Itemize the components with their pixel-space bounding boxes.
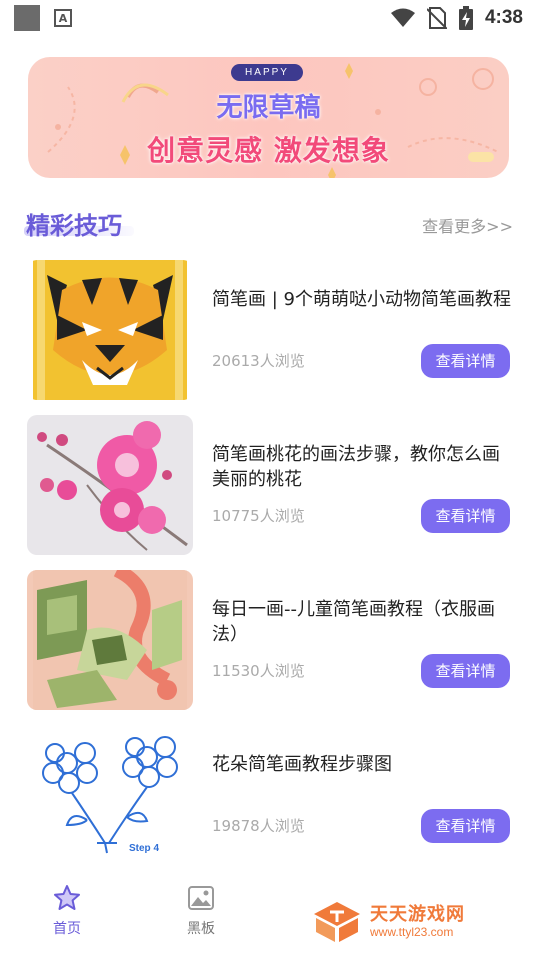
article-views: 10775人浏览: [212, 507, 305, 525]
list-item[interactable]: 每日一画--儿童简笔画教程（衣服画法） 11530人浏览 查看详情: [0, 570, 537, 712]
watermark-text: 天天游戏网: [370, 904, 465, 925]
no-sim-icon: [426, 7, 447, 29]
list-item[interactable]: 简笔画桃花的画法步骤，教你怎么画美丽的桃花 10775人浏览 查看详情: [0, 415, 537, 557]
star-icon: [54, 885, 80, 910]
flower-drawing-thumbnail: Step 4: [27, 725, 193, 865]
view-details-button[interactable]: 查看详情: [421, 499, 510, 533]
image-icon: [188, 886, 214, 910]
nav-blackboard-label: 黑板: [187, 921, 215, 937]
view-more-link[interactable]: 查看更多>>: [422, 213, 513, 237]
promo-banner[interactable]: HAPPY 无限草稿 创意灵感 激发想象: [28, 57, 509, 178]
clothes-drawing-thumbnail: [27, 570, 193, 710]
section-title: 精彩技巧: [26, 212, 122, 240]
banner-subtitle: 创意灵感 激发想象: [147, 134, 390, 167]
article-title: 简笔画 | 9个萌萌哒小动物简笔画教程: [212, 289, 511, 310]
app-square-icon: [14, 5, 40, 31]
article-title: 花朵简笔画教程步骤图: [212, 754, 392, 775]
peach-blossom-drawing-thumbnail: [27, 415, 193, 555]
list-item[interactable]: 简笔画 | 9个萌萌哒小动物简笔画教程 20613人浏览 查看详情: [0, 260, 537, 402]
a-letter-icon: A: [54, 9, 72, 27]
banner-happy-tag: HAPPY: [231, 64, 303, 81]
tiger-drawing-thumbnail: [27, 260, 193, 400]
nav-home-label: 首页: [53, 921, 81, 937]
article-views: 11530人浏览: [212, 662, 305, 680]
banner-title: 无限草稿: [216, 93, 321, 123]
view-details-button[interactable]: 查看详情: [421, 344, 510, 378]
nav-blackboard[interactable]: 黑板: [171, 884, 231, 938]
watermark-logo-icon: [314, 902, 360, 942]
article-title: 每日一画--儿童简笔画教程（衣服画法）: [212, 599, 495, 645]
wifi-icon: [390, 8, 415, 27]
clock: 4:38: [484, 7, 523, 28]
watermark-url: www.ttyl23.com: [370, 925, 454, 939]
list-item[interactable]: Step 4 花朵简笔画教程步骤图 19878人浏览 查看详情: [0, 725, 537, 867]
article-views: 19878人浏览: [212, 817, 305, 835]
watermark: 天天游戏网 www.ttyl23.com: [312, 898, 512, 948]
battery-charging-icon: [458, 6, 473, 30]
nav-home[interactable]: 首页: [37, 884, 97, 938]
status-icons: 4:38: [390, 6, 523, 30]
status-bar: A 4:38: [0, 0, 537, 36]
article-views: 20613人浏览: [212, 352, 305, 370]
view-details-button[interactable]: 查看详情: [421, 654, 510, 688]
article-title: 简笔画桃花的画法步骤，教你怎么画美丽的桃花: [212, 444, 500, 490]
view-details-button[interactable]: 查看详情: [421, 809, 510, 843]
step-caption: Step 4: [129, 843, 160, 854]
bottom-nav: 首页 黑板 天天游戏网 www.ttyl23.com: [0, 876, 537, 954]
